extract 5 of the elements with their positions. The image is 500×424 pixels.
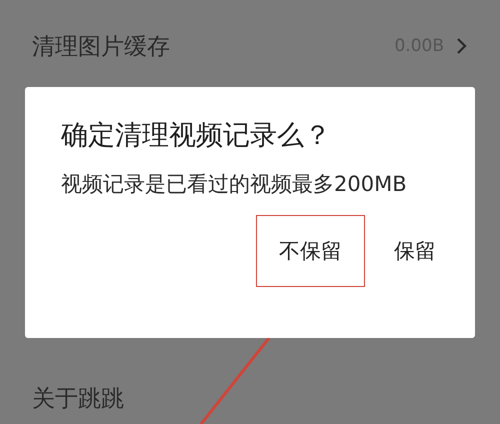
- dialog-message: 视频记录是已看过的视频最多200MB: [61, 171, 408, 198]
- chevron-icon: [456, 37, 468, 55]
- dialog-button[interactable]: 保留: [371, 215, 459, 287]
- dialog-title: 确定清理视频记录么？: [61, 119, 332, 153]
- dialog-button[interactable]: 不保留: [256, 215, 365, 287]
